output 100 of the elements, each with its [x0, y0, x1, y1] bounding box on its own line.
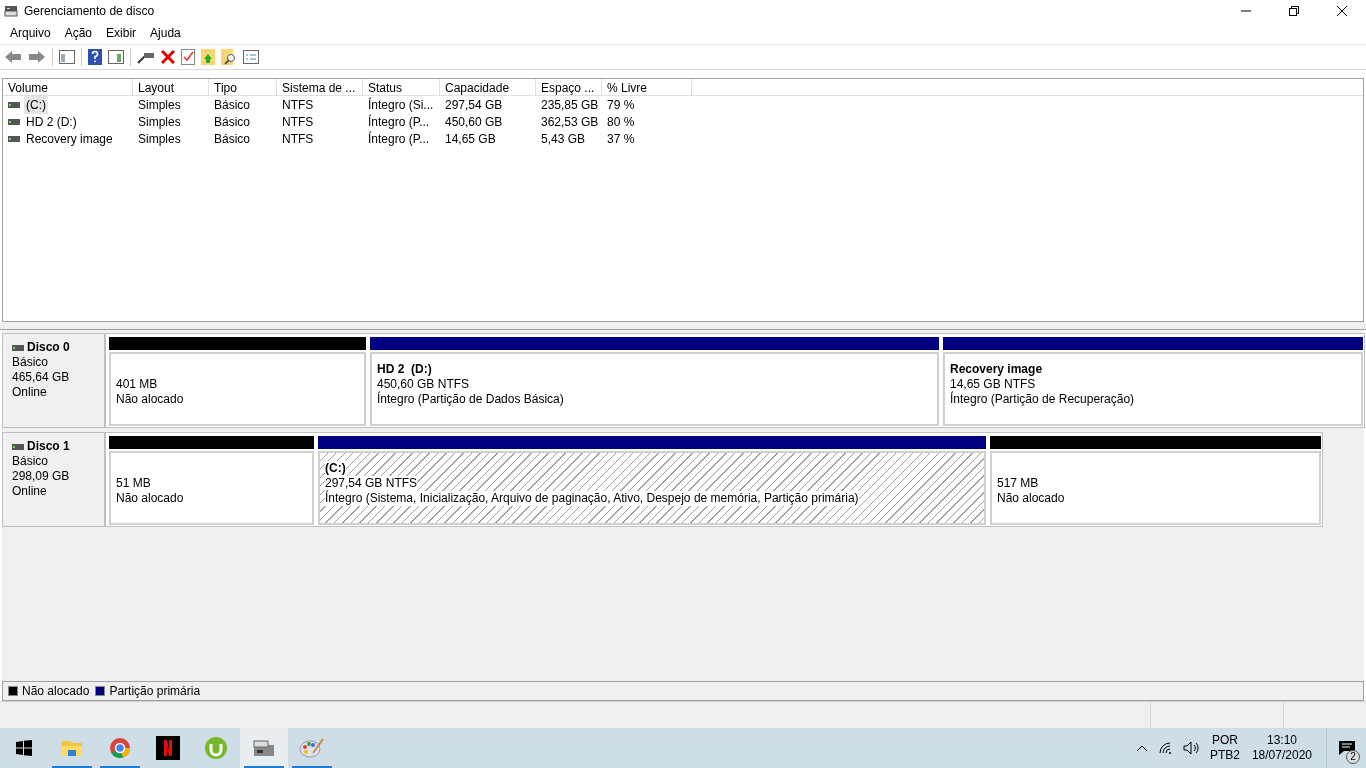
language-code: POR	[1211, 733, 1238, 748]
disk-name: Disco 0	[27, 340, 70, 355]
column-header[interactable]: % Livre	[602, 79, 692, 95]
partition-block[interactable]: Recovery image 14,65 GB NTFS Íntegro (Partição de Recuperação)	[943, 352, 1363, 426]
drive-label[interactable]: HD 2 (D:)	[24, 112, 79, 131]
clock[interactable]: 13:10 18/07/2020	[1251, 733, 1312, 763]
window-title: Gerenciamento de disco	[24, 3, 155, 20]
partition-size: 51 MB	[116, 476, 151, 491]
partition-status: Não alocado	[116, 491, 184, 506]
speaker-icon[interactable]	[1182, 741, 1199, 755]
table-cell-text: 14,65 GB	[445, 130, 496, 148]
column-header[interactable]: Tipo	[209, 79, 277, 95]
clock-date: 18/07/2020	[1251, 748, 1312, 763]
partition-title: Recovery image	[950, 362, 1043, 377]
torrent-app-icon	[204, 736, 228, 760]
clock-time: 13:10	[1266, 733, 1297, 748]
legend-label: Não alocado	[22, 683, 90, 700]
paint-palette-icon	[299, 737, 325, 759]
menu-item[interactable]: Exibir	[99, 22, 144, 44]
drive-icon	[12, 443, 24, 450]
legend-label: Partição primária	[109, 683, 201, 700]
table-cell-text: 297,54 GB	[445, 96, 503, 114]
partition-block[interactable]: 51 MB Não alocado	[109, 451, 314, 525]
partition-status: Íntegro (Sistema, Inicialização, Arquivo de paginação, Ativo, Despejo de memória, Partição primária)	[325, 491, 859, 506]
table-cell-text: NTFS	[282, 96, 314, 114]
column-header[interactable]: Sistema de ...	[277, 79, 363, 95]
table-cell-text: Íntegro (P...	[368, 130, 430, 148]
menu-item[interactable]: Ajuda	[143, 22, 188, 44]
table-cell-text: 5,43 GB	[541, 130, 586, 148]
disk-size: 465,64 GB	[12, 370, 71, 385]
disk-drive-icon	[253, 739, 275, 757]
menu-item[interactable]: Arquivo	[3, 22, 58, 44]
notification-count: 2	[1346, 750, 1360, 764]
drive-label[interactable]: Recovery image	[24, 129, 115, 148]
partition-size: 401 MB	[116, 377, 158, 392]
checklist-icon[interactable]	[181, 49, 195, 65]
wifi-icon[interactable]	[1158, 742, 1173, 754]
partition-size: 14,65 GB NTFS	[950, 377, 1036, 391]
disk-status: Online	[12, 385, 48, 400]
windows-start-icon[interactable]	[16, 740, 32, 756]
back-arrow-icon[interactable]	[4, 50, 22, 64]
disk-management-icon	[4, 5, 18, 17]
help-icon[interactable]	[88, 49, 102, 65]
table-cell-text: Básico	[214, 130, 251, 148]
panel-icon[interactable]	[108, 50, 124, 64]
drive-icon	[8, 101, 20, 108]
table-cell-text: 450,60 GB	[445, 113, 503, 131]
connect-icon[interactable]	[137, 50, 155, 64]
column-header[interactable]: Capacidade	[440, 79, 536, 95]
browser-icon	[109, 737, 131, 759]
partition-title: HD 2 (D:)	[377, 362, 432, 377]
partition-size: 517 MB	[997, 476, 1039, 491]
column-header[interactable]: Volume	[3, 79, 133, 95]
disk-type: Básico	[12, 454, 50, 469]
partition-size: 297,54 GB NTFS	[325, 476, 418, 491]
disk-size: 298,09 GB	[12, 469, 71, 484]
disk-name: Disco 1	[27, 439, 70, 454]
table-cell-text: Íntegro (Si...	[368, 96, 434, 114]
table-cell-text: Básico	[214, 113, 251, 131]
partition-size: 450,60 GB NTFS	[377, 377, 470, 391]
disk-type: Básico	[12, 355, 50, 370]
drive-icon	[8, 118, 20, 125]
table-cell-text: Íntegro (P...	[368, 113, 430, 131]
partition-status: Não alocado	[997, 491, 1065, 506]
drive-icon	[12, 344, 24, 351]
column-header[interactable]: Status	[363, 79, 440, 95]
magnifier-folder-icon[interactable]	[221, 49, 237, 65]
video-app-icon	[156, 736, 180, 760]
table-cell-text: 79 %	[607, 96, 635, 114]
chevron-up-icon[interactable]	[1135, 744, 1148, 752]
partition-block[interactable]: HD 2 (D:) 450,60 GB NTFS Íntegro (Partição de Dados Básica)	[370, 352, 939, 426]
column-header[interactable]: Layout	[133, 79, 209, 95]
column-header[interactable]: Espaço ...	[536, 79, 602, 95]
partition-block[interactable]: 401 MB Não alocado	[109, 352, 366, 426]
drive-icon	[8, 135, 20, 142]
menu-item[interactable]: Ação	[57, 22, 100, 44]
language-indicator[interactable]: POR PTB2	[1209, 733, 1240, 763]
forward-arrow-icon[interactable]	[28, 50, 46, 64]
table-cell-text: Simples	[138, 113, 181, 131]
delete-icon[interactable]	[161, 50, 175, 64]
table-cell-text: Básico	[214, 96, 251, 114]
close-icon[interactable]	[1337, 6, 1347, 16]
partition-status: Não alocado	[116, 392, 184, 407]
properties-icon[interactable]	[243, 50, 259, 64]
table-cell-text: 37 %	[607, 130, 635, 148]
partition-block[interactable]: (C:) 297,54 GB NTFS Íntegro (Sistema, Inicialização, Arquivo de paginação, Ativo, Despejo de memória, Partição primária)	[318, 451, 986, 525]
table-cell-text: 235,85 GB	[541, 96, 599, 114]
panel-icon[interactable]	[59, 50, 75, 64]
partition-title: (C:)	[325, 461, 346, 476]
partition-block[interactable]: 517 MB Não alocado	[990, 451, 1321, 525]
partition-status: Íntegro (Partição de Recuperação)	[950, 392, 1135, 407]
table-cell-text: Simples	[138, 96, 181, 114]
partition-status: Íntegro (Partição de Dados Básica)	[377, 392, 564, 407]
table-cell-text: 362,53 GB	[541, 113, 599, 131]
notification-button[interactable]: 2	[1326, 728, 1366, 768]
folder-icon	[61, 738, 83, 758]
disk-status: Online	[12, 484, 48, 499]
table-cell-text: NTFS	[282, 113, 314, 131]
table-cell-text: NTFS	[282, 130, 314, 148]
restore-icon[interactable]	[1289, 6, 1299, 16]
